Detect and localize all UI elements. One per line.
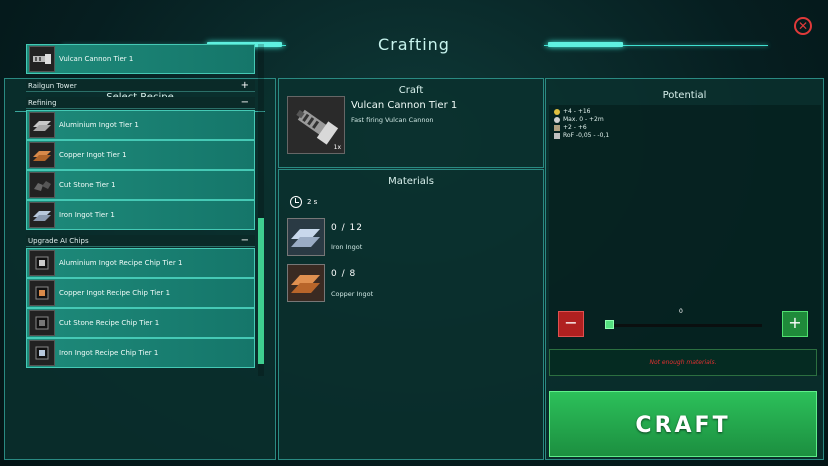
potential-panel: Potential +4 - +16 Max. 0 - +2m +2 - +6 … <box>545 78 824 460</box>
category-label: Upgrade AI Chips <box>28 237 89 245</box>
collapse-minus-icon[interactable]: − <box>241 97 249 109</box>
stat-rate-of-fire: RoF -0,05 - -0,1 <box>554 132 609 139</box>
chip-icon <box>29 280 55 306</box>
potential-panel-title: Potential <box>662 90 707 101</box>
category-railgun-tower[interactable]: Railgun Tower + <box>26 80 255 92</box>
category-refining[interactable]: Refining − <box>26 97 255 109</box>
category-label: Refining <box>28 99 57 107</box>
recipe-item-label: Copper Ingot Tier 1 <box>59 151 127 159</box>
recipe-item-iron-chip[interactable]: Iron Ingot Recipe Chip Tier 1 <box>26 338 255 368</box>
copper-ingot-icon <box>287 264 325 302</box>
aluminium-ingot-icon <box>29 112 55 138</box>
craft-quantity: 1x <box>333 144 341 151</box>
decrease-quantity-button[interactable]: − <box>558 311 584 337</box>
category-label: Railgun Tower <box>28 82 77 90</box>
recipe-item-label: Iron Ingot Tier 1 <box>59 211 115 219</box>
craft-time: 2 s <box>307 198 318 206</box>
craft-panel-title: Craft <box>398 85 424 96</box>
recipe-item-copper-ingot[interactable]: Copper Ingot Tier 1 <box>26 140 255 170</box>
material-name: Copper Ingot <box>331 290 374 298</box>
craft-button-label: CRAFT <box>635 413 731 438</box>
recipe-item-vulcan-cannon[interactable]: Vulcan Cannon Tier 1 <box>26 44 255 74</box>
vulcan-cannon-icon: 1x <box>287 96 345 154</box>
material-count: 0 / 12 <box>331 223 363 233</box>
craft-item-name: Vulcan Cannon Tier 1 <box>351 100 458 111</box>
quantity-slider-thumb[interactable] <box>605 320 614 329</box>
craft-button[interactable]: CRAFT <box>549 391 817 457</box>
recipe-item-cut-stone[interactable]: Cut Stone Tier 1 <box>26 170 255 200</box>
recipe-list: Vulcan Cannon Tier 1 Railgun Tower + Ref… <box>22 44 258 376</box>
recipe-item-copper-chip[interactable]: Copper Ingot Recipe Chip Tier 1 <box>26 278 255 308</box>
recipe-item-iron-ingot[interactable]: Iron Ingot Tier 1 <box>26 200 255 230</box>
craft-panel: Craft 1x Vulcan Cannon Tier 1 Fast firin… <box>278 78 544 168</box>
recipe-item-label: Vulcan Cannon Tier 1 <box>59 55 134 63</box>
recipe-item-aluminium-chip[interactable]: Aluminium Ingot Recipe Chip Tier 1 <box>26 248 255 278</box>
materials-panel-title: Materials <box>388 176 434 187</box>
stat-damage: +4 - +16 <box>554 108 591 115</box>
cut-stone-icon <box>29 172 55 198</box>
rof-icon <box>554 132 560 139</box>
warning-box: Not enough materials. <box>549 349 817 376</box>
iron-ingot-icon <box>29 202 55 228</box>
category-upgrade-ai-chips[interactable]: Upgrade AI Chips − <box>26 235 255 247</box>
chip-icon <box>29 340 55 366</box>
chip-icon <box>29 310 55 336</box>
quantity-value: 0 <box>679 308 683 315</box>
quantity-slider[interactable] <box>612 324 762 327</box>
recipe-item-label: Aluminium Ingot Recipe Chip Tier 1 <box>59 259 183 267</box>
stat-armor: +2 - +6 <box>554 124 587 131</box>
recipe-item-label: Copper Ingot Recipe Chip Tier 1 <box>59 289 171 297</box>
armor-icon <box>554 124 560 131</box>
warning-text: Not enough materials. <box>649 359 717 366</box>
material-count: 0 / 8 <box>331 269 357 279</box>
potential-stats-box <box>549 105 821 375</box>
copper-ingot-icon <box>29 142 55 168</box>
vulcan-cannon-icon <box>29 46 55 72</box>
craft-item-description: Fast firing Vulcan Cannon <box>351 116 434 124</box>
increase-quantity-button[interactable]: + <box>782 311 808 337</box>
recipe-scrollbar-thumb[interactable] <box>258 218 264 364</box>
clock-icon <box>290 196 302 208</box>
recipe-item-label: Iron Ingot Recipe Chip Tier 1 <box>59 349 159 357</box>
recipe-item-cut-stone-chip[interactable]: Cut Stone Recipe Chip Tier 1 <box>26 308 255 338</box>
chip-icon <box>29 250 55 276</box>
range-icon <box>554 116 560 123</box>
materials-panel: Materials 2 s 0 / 12 Iron Ingot 0 / 8 Co… <box>278 169 544 460</box>
recipe-item-label: Cut Stone Recipe Chip Tier 1 <box>59 319 160 327</box>
stat-range: Max. 0 - +2m <box>554 116 604 123</box>
iron-ingot-icon <box>287 218 325 256</box>
recipe-item-aluminium-ingot[interactable]: Aluminium Ingot Tier 1 <box>26 110 255 140</box>
title-decoration-right <box>544 42 768 48</box>
star-icon <box>554 108 560 115</box>
collapse-minus-icon[interactable]: − <box>241 235 249 247</box>
expand-plus-icon[interactable]: + <box>241 80 249 92</box>
recipe-item-label: Aluminium Ingot Tier 1 <box>59 121 139 129</box>
recipe-item-label: Cut Stone Tier 1 <box>59 181 116 189</box>
material-name: Iron Ingot <box>331 243 363 251</box>
close-button[interactable]: ✕ <box>794 17 812 35</box>
